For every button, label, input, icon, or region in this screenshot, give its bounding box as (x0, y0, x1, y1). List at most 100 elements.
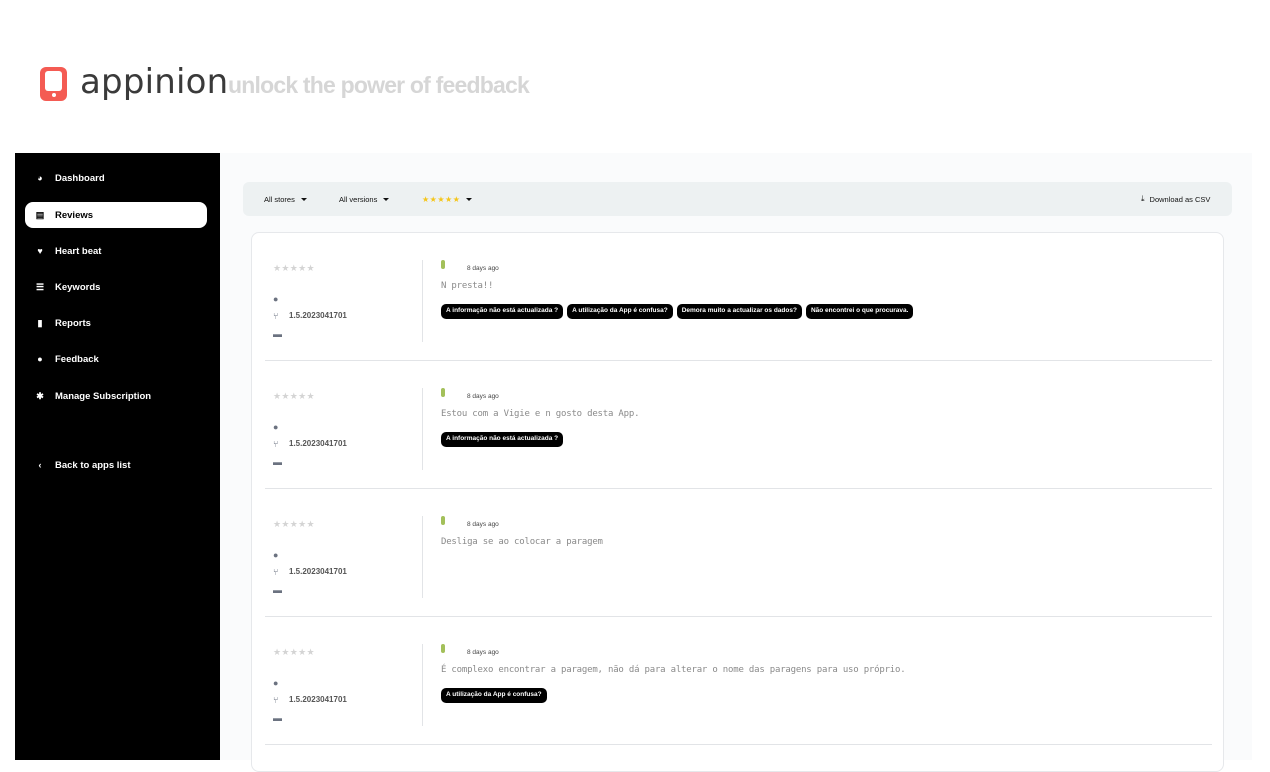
review-text: N presta!! (441, 281, 494, 291)
sidebar-item-heart-beat[interactable]: ♥ Heart beat (25, 238, 207, 264)
review-tags: A utilização da App é confusa? (441, 688, 547, 703)
review-stars: ★★★★★ (273, 263, 315, 273)
review-date: 8 days ago (467, 649, 499, 656)
sidebar-item-label: Keywords (55, 281, 101, 293)
divider (422, 516, 423, 598)
sidebar-item-manage-subscription[interactable]: ✱ Manage Subscription (25, 383, 207, 409)
review-stars: ★★★★★ (273, 519, 315, 529)
stores-dropdown[interactable]: All stores (264, 182, 307, 216)
gear-icon: ✱ (36, 390, 44, 401)
rating-stars: ★★★★★ (422, 194, 461, 204)
user-icon: ● (273, 422, 279, 432)
review-item: ★★★★★ ● ⑂ 1.5.2023041701 ▬ 8 days ago N … (265, 233, 1212, 361)
sidebar-item-label: Manage Subscription (55, 390, 152, 402)
sidebar: ◕ Dashboard ▤ Reviews ♥ Heart beat ☰ Key… (15, 153, 220, 760)
review-text: Desliga se ao colocar a paragem (441, 537, 603, 547)
review-body: 8 days ago Estou com a Vigie e n gosto d… (441, 361, 1201, 489)
stores-dropdown-label: All stores (264, 194, 295, 204)
sentiment-indicator (441, 644, 445, 653)
sidebar-item-label: Reports (55, 317, 91, 329)
review-tag[interactable]: A utilização da App é confusa? (441, 688, 547, 703)
branch-icon: ⑂ (273, 567, 279, 577)
sidebar-item-keywords[interactable]: ☰ Keywords (25, 274, 207, 300)
download-csv-label: Download as CSV (1149, 194, 1211, 204)
sidebar-item-label: Dashboard (55, 172, 105, 184)
sidebar-item-dashboard[interactable]: ◕ Dashboard (25, 165, 207, 191)
heartbeat-icon: ♥ (37, 245, 43, 256)
appinion-logo-icon (40, 67, 67, 101)
reviews-list: ★★★★★ ● ⑂ 1.5.2023041701 ▬ 8 days ago N … (251, 232, 1224, 772)
caret-down-icon (300, 197, 307, 201)
brand-tagline: unlock the power of feedback (228, 72, 530, 98)
review-stars: ★★★★★ (273, 647, 315, 657)
review-text: Estou com a Vigie e n gosto desta App. (441, 409, 640, 419)
sentiment-indicator (441, 260, 445, 269)
list-icon: ▤ (35, 209, 45, 220)
main-content: All stores All versions ★★★★★ ⤓ Download… (220, 153, 1252, 772)
review-tag[interactable]: A informação não está actualizada ? (441, 432, 564, 447)
review-version: 1.5.2023041701 (289, 311, 347, 320)
versions-dropdown-label: All versions (339, 194, 378, 204)
review-tags: A informação não está actualizada ? (441, 432, 564, 447)
user-icon: ● (273, 678, 279, 688)
review-tag[interactable]: Não encontrei o que procurava. (805, 304, 914, 319)
review-body: 8 days ago É complexo encontrar a parage… (441, 617, 1201, 745)
review-tags: A informação não está actualizada ? A ut… (441, 304, 914, 319)
review-tag[interactable]: A informação não está actualizada ? (441, 304, 564, 319)
comment-icon: ▬ (273, 713, 282, 723)
sidebar-item-label: Feedback (55, 353, 99, 365)
review-item: ★★★★★ ● ⑂ 1.5.2023041701 ▬ 8 days ago Es… (265, 361, 1212, 489)
caret-down-icon (383, 197, 390, 201)
back-to-apps-link[interactable]: ‹ Back to apps list (25, 452, 207, 478)
sidebar-item-label: Reviews (55, 209, 94, 221)
dashboard-icon: ◕ (37, 172, 43, 183)
brand-name: appinion (80, 62, 229, 102)
review-meta: ★★★★★ ● ⑂ 1.5.2023041701 ▬ (265, 233, 423, 361)
divider (422, 388, 423, 470)
download-icon: ⤓ (1141, 194, 1145, 203)
user-icon: ● (273, 550, 279, 560)
sidebar-item-feedback[interactable]: ● Feedback (25, 346, 207, 372)
review-stars: ★★★★★ (273, 391, 315, 401)
sidebar-item-reports[interactable]: ▮ Reports (25, 310, 207, 336)
review-tag[interactable]: Demora muito a actualizar os dados? (676, 304, 802, 319)
branch-icon: ⑂ (273, 439, 279, 449)
review-body: 8 days ago N presta!! A informação não e… (441, 233, 1201, 361)
versions-dropdown[interactable]: All versions (339, 182, 390, 216)
sidebar-item-reviews[interactable]: ▤ Reviews (25, 202, 207, 228)
chat-bubble-icon: ● (37, 353, 43, 364)
branch-icon: ⑂ (273, 695, 279, 705)
divider (422, 644, 423, 726)
user-icon: ● (273, 294, 279, 304)
comment-icon: ▬ (273, 329, 282, 339)
review-meta: ★★★★★ ● ⑂ 1.5.2023041701 ▬ (265, 489, 423, 617)
report-icon: ▮ (37, 317, 43, 328)
comment-icon: ▬ (273, 457, 282, 467)
bullet-list-icon: ☰ (35, 281, 45, 292)
sentiment-indicator (441, 388, 445, 397)
review-text: É complexo encontrar a paragem, não dá p… (441, 665, 906, 675)
divider (422, 260, 423, 342)
review-date: 8 days ago (467, 521, 499, 528)
sidebar-item-label: Heart beat (55, 245, 102, 257)
rating-dropdown[interactable]: ★★★★★ (422, 182, 473, 216)
review-version: 1.5.2023041701 (289, 695, 347, 704)
review-version: 1.5.2023041701 (289, 567, 347, 576)
branch-icon: ⑂ (273, 311, 279, 321)
comment-icon: ▬ (273, 585, 282, 595)
review-item: ★★★★★ ● ⑂ 1.5.2023041701 ▬ 8 days ago É … (265, 617, 1212, 745)
download-csv-button[interactable]: ⤓ Download as CSV (1141, 182, 1210, 216)
filter-toolbar: All stores All versions ★★★★★ ⤓ Download… (243, 182, 1232, 216)
review-item: ★★★★★ ● ⑂ 1.5.2023041701 ▬ 8 days ago De… (265, 489, 1212, 617)
back-to-apps-label: Back to apps list (55, 459, 131, 471)
review-meta: ★★★★★ ● ⑂ 1.5.2023041701 ▬ (265, 617, 423, 745)
review-date: 8 days ago (467, 393, 499, 400)
caret-down-icon (466, 197, 473, 201)
chevron-left-icon: ‹ (38, 459, 42, 470)
review-body: 8 days ago Desliga se ao colocar a parag… (441, 489, 1201, 617)
review-tag[interactable]: A utilização da App é confusa? (567, 304, 673, 319)
review-version: 1.5.2023041701 (289, 439, 347, 448)
sentiment-indicator (441, 516, 445, 525)
review-meta: ★★★★★ ● ⑂ 1.5.2023041701 ▬ (265, 361, 423, 489)
review-date: 8 days ago (467, 265, 499, 272)
